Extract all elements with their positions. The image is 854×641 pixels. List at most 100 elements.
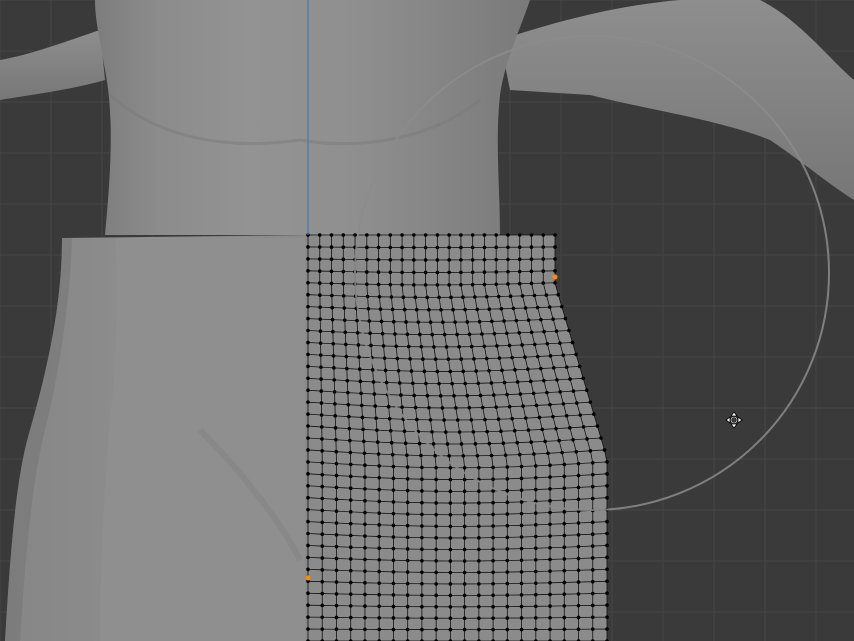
mesh-vertex[interactable] [342,318,347,322]
mesh-vertex[interactable] [459,442,464,446]
mesh-vertex[interactable] [534,487,538,492]
mesh-vertex[interactable] [505,593,510,597]
mesh-vertex[interactable] [482,282,487,287]
mesh-vertex[interactable] [568,377,572,381]
mesh-vertex[interactable] [605,472,609,476]
mesh-vertex[interactable] [453,320,457,324]
mesh-vertex[interactable] [320,615,325,620]
mesh-vertex[interactable] [433,357,438,361]
mesh-vertex[interactable] [483,417,487,422]
mesh-vertex[interactable] [306,627,310,631]
mesh-vertex[interactable] [563,316,568,321]
mesh-vertex[interactable] [578,413,583,417]
mesh-vertex[interactable] [423,270,428,275]
mesh-vertex[interactable] [405,616,410,620]
mesh-vertex[interactable] [590,496,595,501]
mesh-vertex[interactable] [447,245,451,250]
mesh-vertex[interactable] [553,269,557,273]
mesh-vertex[interactable] [396,368,401,373]
mesh-vertex[interactable] [461,295,465,299]
mesh-vertex[interactable] [505,616,510,620]
mesh-vertex[interactable] [551,366,556,370]
mesh-vertex[interactable] [334,497,339,502]
mesh-vertex[interactable] [548,522,552,527]
mesh-vertex[interactable] [363,592,367,597]
mesh-vertex[interactable] [605,495,609,500]
mesh-vertex[interactable] [390,307,395,312]
mesh-vertex[interactable] [306,340,310,345]
mesh-vertex[interactable] [318,293,322,297]
mesh-vertex[interactable] [562,627,567,632]
mesh-vertex[interactable] [320,472,325,477]
mesh-vertex[interactable] [548,487,552,491]
mesh-vertex[interactable] [405,570,410,574]
mesh-vertex[interactable] [400,245,404,250]
mesh-vertex[interactable] [320,460,325,465]
mesh-vertex[interactable] [506,282,510,286]
mesh-vertex[interactable] [334,592,339,596]
mesh-vertex[interactable] [519,464,524,469]
mesh-vertex[interactable] [306,519,310,524]
mesh-vertex[interactable] [363,545,367,550]
mesh-vertex[interactable] [388,282,393,287]
mesh-vertex[interactable] [358,379,363,384]
mesh-vertex[interactable] [562,592,567,596]
mesh-vertex[interactable] [484,356,489,361]
mesh-vertex[interactable] [320,437,324,441]
mesh-vertex[interactable] [548,463,552,468]
mesh-vertex[interactable] [380,331,385,336]
mesh-vertex[interactable] [319,377,323,381]
mesh-vertex[interactable] [420,604,424,609]
mesh-vertex[interactable] [462,524,467,529]
mesh-vertex[interactable] [377,592,381,597]
mesh-vertex[interactable] [357,355,361,359]
mesh-vertex[interactable] [487,368,491,373]
mesh-vertex[interactable] [505,523,510,528]
mesh-vertex[interactable] [403,441,408,445]
mesh-vertex[interactable] [475,453,480,458]
mesh-vertex[interactable] [379,319,384,324]
mesh-vertex[interactable] [404,320,408,324]
mesh-vertex[interactable] [444,345,449,349]
mesh-vertex[interactable] [505,500,510,505]
mesh-vertex[interactable] [491,604,495,609]
mesh-vertex[interactable] [592,412,596,416]
mesh-vertex[interactable] [558,390,562,394]
mesh-vertex[interactable] [306,567,310,572]
mesh-vertex[interactable] [400,233,404,237]
mesh-vertex[interactable] [477,489,481,494]
mesh-vertex[interactable] [405,453,409,457]
mesh-vertex[interactable] [491,627,495,632]
mesh-vertex[interactable] [605,603,609,607]
mesh-vertex[interactable] [459,245,463,250]
mesh-vertex[interactable] [363,615,367,620]
mesh-vertex[interactable] [571,437,575,442]
mesh-vertex[interactable] [334,461,339,466]
mesh-vertex[interactable] [576,473,581,478]
mesh-vertex[interactable] [541,257,546,261]
mesh-vertex[interactable] [368,331,372,336]
mesh-vertex[interactable] [477,593,481,598]
mesh-vertex[interactable] [513,368,517,372]
mesh-vertex[interactable] [553,245,557,249]
mesh-vertex[interactable] [505,570,510,574]
mesh-vertex[interactable] [420,558,424,563]
mesh-vertex[interactable] [517,452,522,457]
mesh-vertex[interactable] [420,489,424,493]
mesh-vertex[interactable] [548,627,552,632]
mesh-vertex[interactable] [520,343,524,347]
mesh-vertex[interactable] [377,581,381,585]
mesh-vertex[interactable] [477,536,481,540]
mesh-vertex[interactable] [507,343,512,348]
mesh-vertex[interactable] [590,615,595,620]
mesh-vertex[interactable] [388,270,393,275]
mesh-vertex[interactable] [393,332,397,336]
mesh-vertex[interactable] [448,477,453,482]
mesh-vertex[interactable] [501,441,506,445]
mesh-vertex[interactable] [400,405,404,409]
mesh-vertex[interactable] [377,546,381,551]
mesh-vertex[interactable] [306,436,310,440]
mesh-vertex[interactable] [334,509,339,513]
mesh-vertex[interactable] [397,381,402,385]
mesh-vertex[interactable] [437,381,441,386]
